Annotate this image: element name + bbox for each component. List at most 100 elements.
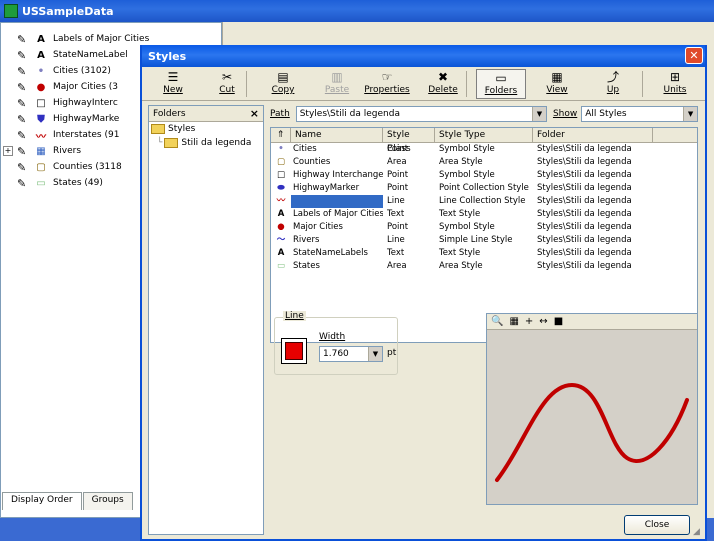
cell-folder: Styles\Stili da legenda (537, 235, 632, 245)
layer-item[interactable]: + ✎ ▦ Rivers (3, 143, 81, 159)
toolbar-folders-button[interactable]: ▭ Folders (476, 69, 526, 99)
editable-pencil-icon[interactable]: ✎ (17, 97, 31, 110)
tab-groups[interactable]: Groups (82, 492, 133, 510)
resize-grip-icon[interactable]: ◢ (693, 527, 703, 537)
table-row[interactable]: □ Highway Interchange Point Symbol Style Sty… (271, 169, 697, 182)
table-row[interactable]: ▭ States Area Area Style Styles\Stili da leg… (271, 260, 697, 273)
toolbar-button-label: Cut (219, 85, 235, 95)
editable-pencil-icon[interactable]: ✎ (17, 177, 31, 190)
cell-style-type: Text Style (439, 248, 481, 258)
folders-panel: Folders × Styles └ Stili da legenda (148, 105, 264, 535)
column-style-type[interactable]: Style Type (435, 128, 533, 142)
grid-icon[interactable]: ▦ (509, 316, 518, 327)
path-combo[interactable]: Styles\Stili da legenda ▼ (295, 106, 547, 122)
folders-header: Folders × (149, 106, 263, 122)
layer-label: Counties (3118 (53, 162, 122, 172)
editable-pencil-icon[interactable]: ✎ (17, 81, 31, 94)
layer-item[interactable]: ✎ □ HighwayInterc (3, 95, 118, 111)
editable-pencil-icon[interactable]: ✎ (17, 145, 31, 158)
cell-name: HighwayMarker (293, 183, 360, 193)
cell-style-class: Line (387, 196, 405, 206)
cell-name: Labels of Major Cities (293, 209, 383, 219)
editable-pencil-icon[interactable]: ✎ (17, 113, 31, 126)
show-combo[interactable]: All Styles ▼ (581, 106, 699, 122)
pan-icon[interactable]: + (525, 316, 533, 327)
style-icon: ● (277, 222, 285, 232)
style-icon: 〰 (276, 196, 286, 206)
table-row[interactable]: 〰 Line Line Collection Style Styles\Stili d… (271, 195, 697, 208)
toolbar-units-button[interactable]: ⊞ Units (650, 69, 700, 99)
toolbar-view-button[interactable]: ▦ View (532, 69, 582, 99)
table-row[interactable]: A Labels of Major Cities Text Text Style Sty… (271, 208, 697, 221)
tree-item-styles[interactable]: Styles (149, 122, 263, 136)
toolbar-copy-button[interactable]: ▤ Copy (258, 69, 308, 99)
layer-item[interactable]: ✎ ▢ Counties (3118 (3, 159, 122, 175)
line-group: Line Width 1.760 ▼ pt (274, 311, 398, 375)
editable-pencil-icon[interactable]: ✎ (17, 129, 31, 142)
layer-item[interactable]: ✎ 〰 Interstates (91 (3, 127, 119, 143)
table-row[interactable]: • Cities Point Symbol Style Styles\Stili da … (271, 143, 697, 156)
toolbar-delete-button[interactable]: ✖ Delete (418, 69, 468, 99)
sort-icon[interactable]: ⇑ (271, 128, 291, 142)
table-row[interactable]: ⬬ HighwayMarker Point Point Collection Styl… (271, 182, 697, 195)
chevron-down-icon[interactable]: ▼ (368, 347, 382, 361)
toolbar-button-label: Folders (484, 86, 518, 96)
column-name[interactable]: Name (291, 128, 383, 142)
show-label: Show (552, 109, 578, 119)
chevron-down-icon[interactable]: ▼ (531, 107, 546, 121)
cell-style-type: Point Collection Style (439, 183, 529, 193)
table-row[interactable]: ● Major Cities Point Symbol Style Styles\Sti… (271, 221, 697, 234)
style-icon: • (278, 144, 284, 154)
tab-display-order[interactable]: Display Order (2, 492, 82, 510)
zoom-icon[interactable]: 🔍 (491, 316, 503, 327)
layer-label: Major Cities (3 (53, 82, 118, 92)
units-icon: ⊞ (669, 70, 681, 84)
editable-pencil-icon[interactable]: ✎ (17, 161, 31, 174)
fit-icon[interactable]: ↔ (539, 316, 547, 327)
layer-item[interactable]: ✎ ▭ States (49) (3, 175, 103, 191)
layer-label: Rivers (53, 146, 82, 156)
toolbar-up-button[interactable]: ⤴ Up (588, 69, 638, 99)
layer-label: HighwayMarke (53, 114, 120, 124)
layer-item[interactable]: ✎ ⛊ HighwayMarke (3, 111, 119, 127)
cell-folder: Styles\Stili da legenda (537, 222, 632, 232)
expand-icon[interactable]: + (3, 146, 13, 156)
width-combo[interactable]: 1.760 ▼ (319, 346, 383, 362)
tree-item-label: Stili da legenda (181, 138, 252, 148)
layer-item[interactable]: ✎ ● Major Cities (3 (3, 79, 118, 95)
toolbar-paste-button[interactable]: ▥ Paste (312, 69, 362, 99)
editable-pencil-icon[interactable]: ✎ (17, 65, 31, 78)
layer-symbol-icon: ▢ (36, 161, 46, 173)
cell-name: StateNameLabels (293, 248, 368, 258)
layer-item[interactable]: ✎ • Cities (3102) (3, 63, 111, 79)
editable-pencil-icon[interactable]: ✎ (17, 49, 31, 62)
background-icon[interactable]: ■ (554, 316, 563, 327)
close-button[interactable]: Close (624, 515, 690, 535)
toolbar-properties-button[interactable]: ☞ Properties (362, 69, 412, 99)
line-color-button[interactable] (281, 338, 307, 364)
layer-item[interactable]: ✎ A Labels of Major Cities (3, 31, 149, 47)
new-icon: ☰ (167, 70, 179, 84)
toolbar-cut-button[interactable]: ✂ Cut (202, 69, 252, 99)
editable-pencil-icon[interactable]: ✎ (17, 33, 31, 46)
folder-icon (151, 124, 165, 134)
column-folder[interactable]: Folder (533, 128, 653, 142)
table-row[interactable]: 〜 Rivers Line Simple Line Style Styles\Stili… (271, 234, 697, 247)
column-style-class[interactable]: Style Class (383, 128, 435, 154)
style-icon: A (277, 248, 285, 258)
layer-label: HighwayInterc (53, 98, 118, 108)
style-icon: ▢ (276, 157, 286, 167)
folders-close-icon[interactable]: × (250, 107, 259, 120)
cell-name: Highway Interchange (293, 170, 383, 180)
dialog-close-icon[interactable]: ✕ (685, 47, 703, 64)
chevron-down-icon[interactable]: ▼ (683, 107, 698, 121)
toolbar-new-button[interactable]: ☰ New (148, 69, 198, 99)
style-icon: 〜 (276, 235, 286, 245)
table-row[interactable]: A StateNameLabels Text Text Style Styles\Sti… (271, 247, 697, 260)
table-row[interactable]: ▢ Counties Area Area Style Styles\Stili da l… (271, 156, 697, 169)
cell-style-type: Text Style (439, 209, 481, 219)
tree-item-stili-da-legenda[interactable]: └ Stili da legenda (149, 136, 263, 150)
layer-item[interactable]: ✎ A StateNameLabel (3, 47, 128, 63)
cell-style-class: Text (387, 248, 405, 258)
cell-style-class: Point (387, 183, 409, 193)
